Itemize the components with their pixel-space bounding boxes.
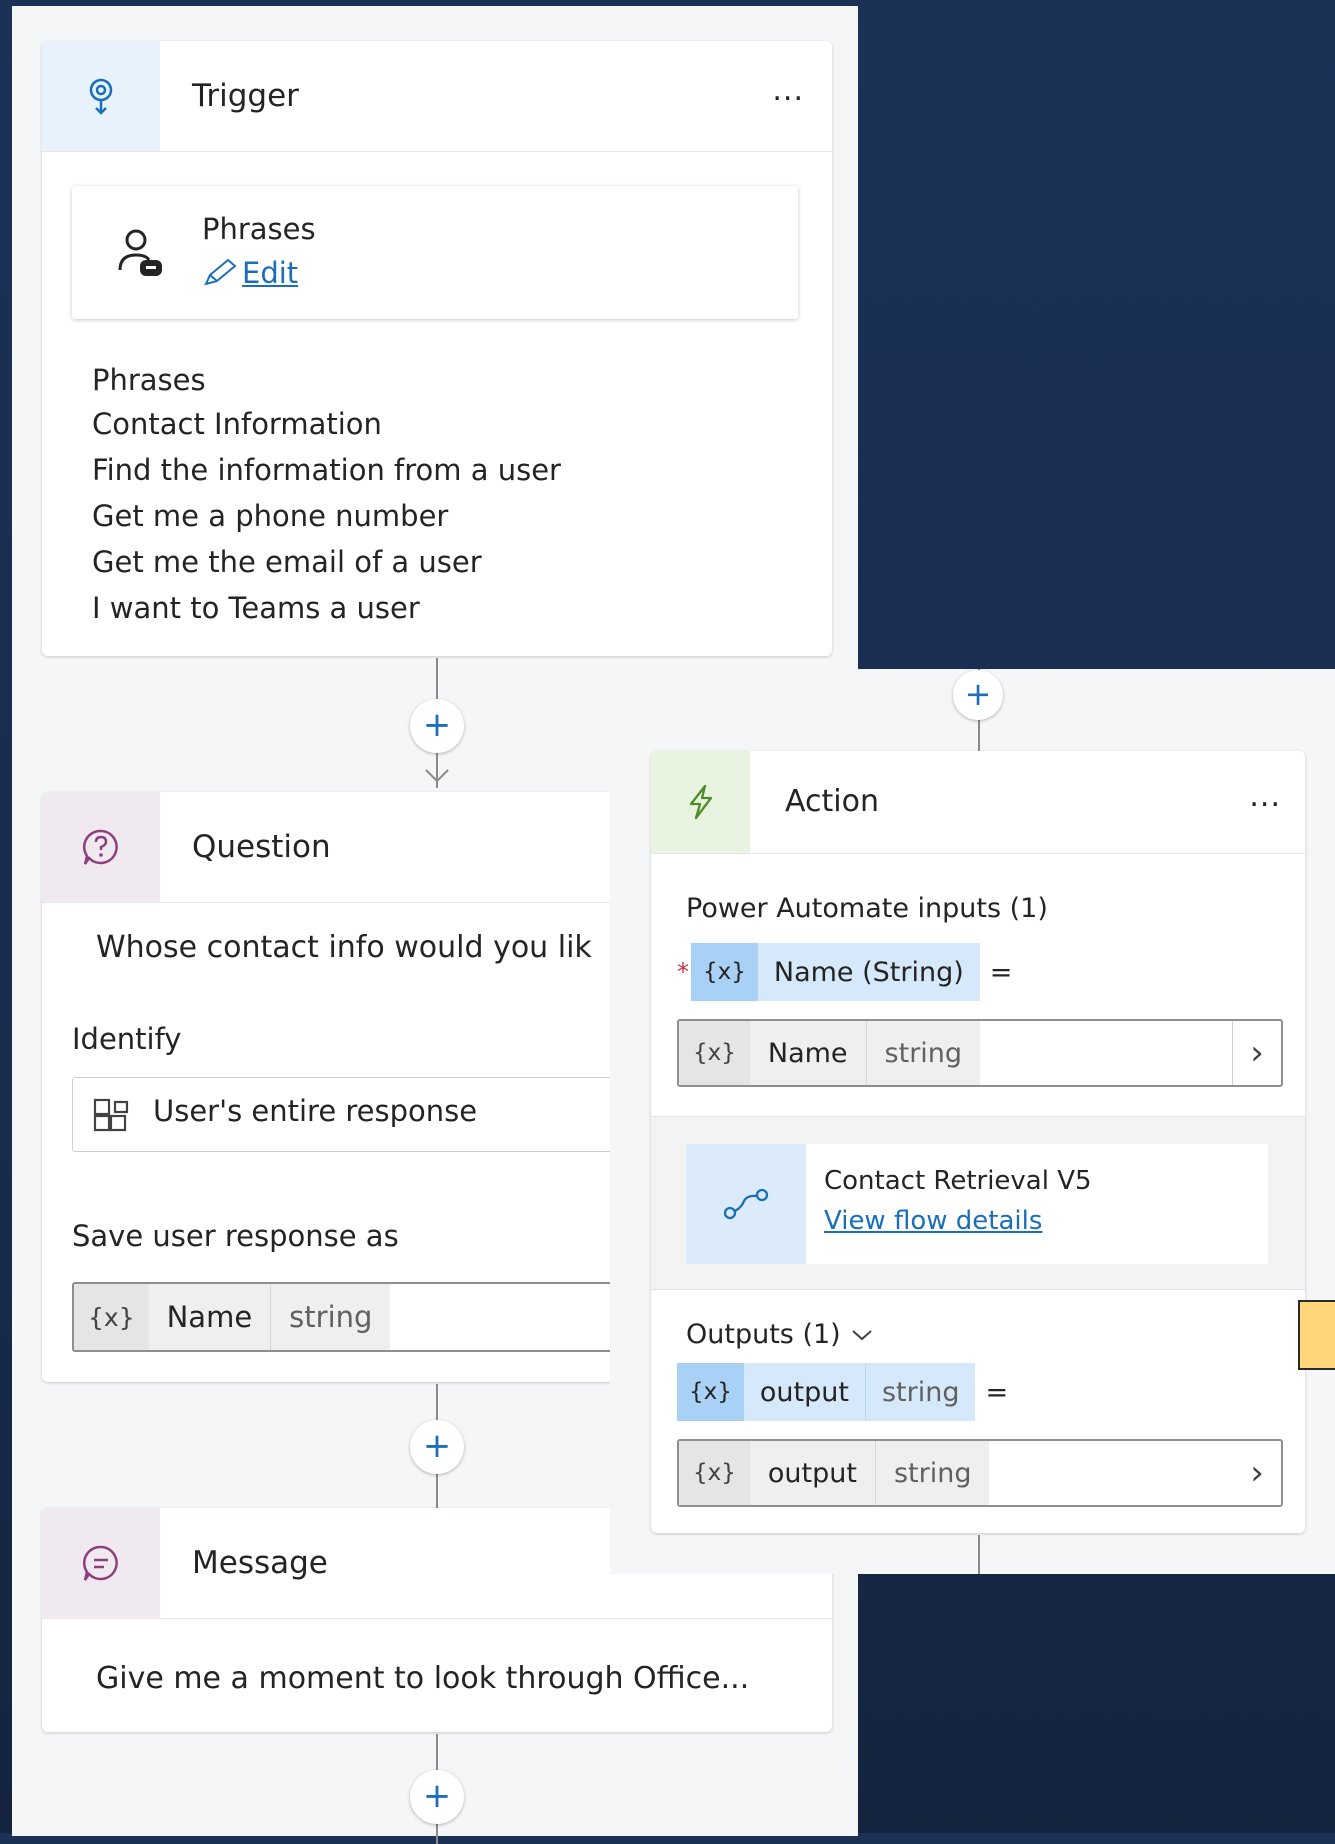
phrase-item: I want to Teams a user (92, 591, 420, 625)
outputs-toggle[interactable]: Outputs (1) (686, 1319, 873, 1350)
chevron-right-icon[interactable]: › (1233, 1441, 1281, 1505)
question-prompt: Whose contact info would you lik (96, 930, 592, 965)
output-param-type: string (864, 1363, 976, 1421)
action-title: Action (785, 784, 879, 819)
identify-value: User's entire response (153, 1094, 478, 1128)
inputs-label: Power Automate inputs (1) (686, 893, 1048, 924)
connector-line (978, 1535, 980, 1574)
outputs-label: Outputs (1) (686, 1319, 841, 1350)
phrase-item: Get me a phone number (92, 499, 449, 533)
phrases-box[interactable]: Phrases Edit (72, 186, 798, 319)
variable-chip: {x} Name string (74, 1284, 391, 1350)
equals-sign: = (985, 1376, 1009, 1408)
arrow-down-icon (424, 766, 449, 784)
entity-icon (93, 1098, 131, 1136)
chevron-down-icon (851, 1328, 873, 1342)
variable-name: Name (148, 1284, 271, 1350)
save-response-label: Save user response as (72, 1219, 399, 1253)
add-node-button[interactable]: + (410, 699, 464, 753)
trigger-more-button[interactable]: ... (772, 41, 804, 151)
input-param-name: Name (String) (773, 956, 964, 988)
canvas-right: + Action ... Power Automate inputs (1) *… (610, 669, 1335, 1574)
identify-label: Identify (72, 1022, 182, 1056)
output-value-field[interactable]: {x} output string › (677, 1439, 1283, 1507)
action-card[interactable]: Action ... Power Automate inputs (1) * {… (651, 751, 1305, 1533)
message-text: Give me a moment to look through Office.… (96, 1661, 750, 1696)
edit-label[interactable]: Edit (242, 256, 298, 290)
action-icon (651, 751, 750, 853)
variable-type: string (270, 1284, 391, 1350)
variable-icon: {x} (679, 1021, 750, 1085)
message-icon (42, 1508, 160, 1618)
question-title: Question (192, 829, 331, 865)
variable-icon: {x} (74, 1284, 149, 1350)
add-node-button[interactable]: + (410, 1420, 464, 1474)
output-param-row: {x} output string = (677, 1363, 1008, 1421)
input-param-row: * {x} Name (String) = (677, 943, 1012, 1001)
variable-name: output (749, 1441, 875, 1505)
flow-icon (686, 1144, 806, 1264)
variable-type: string (865, 1021, 981, 1085)
add-node-button[interactable]: + (953, 670, 1003, 720)
variable-icon: {x} (679, 1441, 750, 1505)
required-mark: * (677, 958, 689, 986)
phrase-item: Get me the email of a user (92, 545, 482, 579)
add-node-button[interactable]: + (410, 1770, 464, 1824)
variable-chip: {x} output string (679, 1441, 990, 1505)
trigger-header: Trigger ... (42, 41, 832, 152)
variable-icon: {x} (677, 1363, 744, 1421)
variable-name: Name (749, 1021, 866, 1085)
question-icon (42, 792, 160, 902)
phrases-label: Phrases (202, 212, 316, 246)
message-title: Message (192, 1545, 328, 1581)
flow-box[interactable]: Contact Retrieval V5 View flow details (686, 1144, 1268, 1264)
variable-chip: {x} Name string (679, 1021, 981, 1085)
action-more-button[interactable]: ... (1249, 751, 1281, 853)
phrases-heading: Phrases (92, 363, 206, 397)
view-flow-details-link[interactable]: View flow details (824, 1206, 1042, 1236)
input-param-chip: {x} Name (String) (691, 943, 980, 1001)
equals-sign: = (989, 956, 1013, 988)
phrases-list: Contact Information Find the information… (92, 401, 561, 631)
phrase-item: Find the information from a user (92, 453, 561, 487)
flow-section: Contact Retrieval V5 View flow details (651, 1116, 1305, 1290)
variable-icon: {x} (691, 943, 758, 1001)
chevron-right-icon[interactable]: › (1232, 1021, 1281, 1085)
trigger-card[interactable]: Trigger ... Phrases Edit Phrases Contact… (42, 41, 832, 656)
output-param-name: output (759, 1376, 849, 1408)
input-value-field[interactable]: {x} Name string › (677, 1019, 1283, 1087)
pencil-icon (202, 258, 238, 288)
variable-type: string (874, 1441, 990, 1505)
trigger-title: Trigger (192, 78, 299, 114)
phrase-item: Contact Information (92, 407, 382, 441)
flow-name: Contact Retrieval V5 (824, 1166, 1092, 1196)
edit-link[interactable]: Edit (202, 256, 298, 290)
person-chat-icon (116, 228, 166, 284)
output-param-chip: {x} output string (677, 1363, 976, 1421)
action-header: Action ... (651, 751, 1305, 854)
sticky-note (1298, 1300, 1335, 1370)
trigger-icon (42, 41, 160, 151)
